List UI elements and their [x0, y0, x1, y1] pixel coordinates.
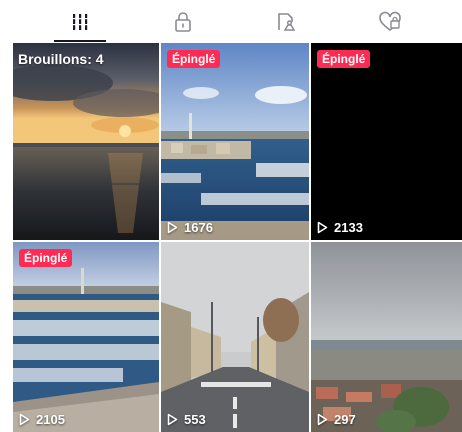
video-grid: Brouillons: 4 Épinglé 1676 Épinglé 2133 … — [13, 43, 462, 432]
drafts-thumbnail[interactable]: Brouillons: 4 — [13, 43, 159, 240]
rooftops-sea-image — [311, 242, 462, 432]
view-count: 297 — [317, 412, 356, 427]
harbor-aerial-image — [13, 242, 159, 432]
play-icon — [317, 413, 328, 426]
tagged-icon — [278, 12, 296, 31]
play-icon — [19, 413, 30, 426]
video-thumbnail[interactable]: 297 — [311, 242, 462, 432]
active-tab-indicator — [54, 40, 106, 42]
view-count-value: 553 — [184, 412, 206, 427]
video-thumbnail[interactable]: Épinglé 1676 — [161, 43, 309, 240]
video-thumbnail[interactable]: 553 — [161, 242, 309, 432]
video-thumbnail[interactable]: Épinglé 2133 — [311, 43, 462, 240]
grid-icon — [71, 13, 89, 30]
harbor-marina-image — [161, 43, 309, 240]
drafts-label: Brouillons: 4 — [18, 51, 104, 67]
view-count: 2105 — [19, 412, 65, 427]
view-count-value: 2105 — [36, 412, 65, 427]
sunset-sea-image — [13, 43, 159, 240]
view-count: 553 — [167, 412, 206, 427]
play-icon — [317, 221, 328, 234]
profile-tabs — [0, 0, 462, 43]
street-image — [161, 242, 309, 432]
pinned-badge: Épinglé — [19, 249, 73, 267]
pinned-badge: Épinglé — [317, 50, 371, 68]
tab-tagged[interactable] — [256, 0, 316, 43]
view-count-value: 1676 — [184, 220, 213, 235]
video-thumbnail[interactable]: Épinglé 2105 — [13, 242, 159, 432]
tab-private[interactable] — [153, 0, 213, 43]
lock-icon — [175, 11, 191, 32]
heart-icon — [379, 11, 401, 31]
view-count-value: 2133 — [334, 220, 363, 235]
view-count: 2133 — [317, 220, 363, 235]
tab-liked[interactable] — [360, 0, 420, 43]
view-count: 1676 — [167, 220, 213, 235]
play-icon — [167, 221, 178, 234]
pinned-badge: Épinglé — [167, 50, 221, 68]
play-icon — [167, 413, 178, 426]
tab-videos[interactable] — [50, 0, 110, 43]
view-count-value: 297 — [334, 412, 356, 427]
